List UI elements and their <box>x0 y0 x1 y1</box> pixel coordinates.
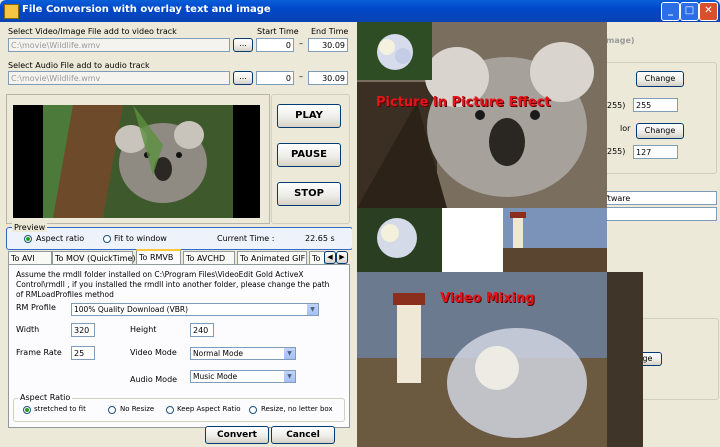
lighthouse-pip-image <box>503 208 607 272</box>
close-icon[interactable]: ✕ <box>699 2 718 21</box>
video-mode-label: Video Mode <box>130 348 177 357</box>
aspect-ratio-legend: Aspect Ratio <box>18 393 73 402</box>
video-file-label: Select Video/Image File add to video tra… <box>8 27 177 36</box>
koala-preview-image <box>43 105 233 218</box>
chevron-down-icon: ▼ <box>283 348 295 359</box>
range-label-2: 255) <box>607 147 626 156</box>
rm-profile-select[interactable]: 100% Quality Download (VBR) ▼ <box>71 303 319 316</box>
mage-hint: mage) <box>606 36 635 45</box>
aspect-ratio-label: Aspect ratio <box>36 234 85 243</box>
audio-dash: – <box>299 72 303 81</box>
end-time-label: End Time <box>311 27 349 36</box>
cancel-button[interactable]: Cancel <box>271 426 335 444</box>
aspect-ratio-radio[interactable] <box>24 235 32 243</box>
rm-profile-label: RM Profile <box>16 303 56 312</box>
video-end-input[interactable]: 30.09 <box>308 38 348 52</box>
tab-scroll-right-icon[interactable]: ▶ <box>336 251 348 264</box>
audio-end-input[interactable]: 30.09 <box>308 71 348 85</box>
change-button-1[interactable]: Change <box>636 71 684 87</box>
audio-browse-button[interactable]: ... <box>233 71 253 85</box>
pause-button[interactable]: PAUSE <box>277 143 341 167</box>
chevron-down-icon: ▼ <box>306 304 318 315</box>
fit-window-radio[interactable] <box>103 235 111 243</box>
stretched-to-fit-radio[interactable] <box>23 406 31 414</box>
video-browse-button[interactable]: ... <box>233 38 253 52</box>
change-button-2[interactable]: Change <box>636 123 684 139</box>
secondary-field[interactable] <box>602 207 717 221</box>
audio-start-input[interactable]: 0 <box>256 71 294 85</box>
audio-mode-value: Music Mode <box>193 372 238 381</box>
audio-file-path[interactable]: C:\movie\Wildlife.wmv <box>8 71 230 85</box>
value-input-2[interactable]: 127 <box>633 145 678 159</box>
mixing-edge <box>607 272 643 447</box>
fit-window-label: Fit to window <box>114 234 167 243</box>
koala-pip-image <box>357 22 607 208</box>
preview-legend: Preview <box>12 223 48 232</box>
frame-rate-label: Frame Rate <box>16 348 62 357</box>
tab-mov[interactable]: To MOV (QuickTime) <box>52 251 135 265</box>
width-input[interactable]: 320 <box>71 323 95 337</box>
tab-avi[interactable]: To AVI <box>8 251 52 265</box>
audio-mode-select[interactable]: Music Mode ▼ <box>190 370 296 383</box>
video-mode-value: Normal Mode <box>193 349 243 358</box>
tab-more[interactable]: To <box>309 251 325 265</box>
pip-effect-title: Picture In Picture Effect <box>376 95 551 110</box>
color-label: lor <box>620 124 631 133</box>
video-file-path[interactable]: C:\movie\Wildlife.wmv <box>8 38 230 52</box>
pip-effect-window <box>357 22 607 208</box>
rmdll-note: Assume the rmdll folder installed on C:\… <box>16 270 330 299</box>
video-start-input[interactable]: 0 <box>256 38 294 52</box>
stretched-to-fit-label: stretched to fit <box>34 405 86 413</box>
tab-avchd[interactable]: To AVCHD <box>183 251 235 265</box>
video-dash: – <box>299 39 303 48</box>
maximize-icon[interactable]: □ <box>680 2 699 21</box>
stop-button[interactable]: STOP <box>277 182 341 206</box>
width-label: Width <box>16 325 40 334</box>
rm-profile-value: 100% Quality Download (VBR) <box>74 305 189 314</box>
height-input[interactable]: 240 <box>190 323 214 337</box>
no-resize-label: No Resize <box>120 405 155 413</box>
current-time-label: Current Time : <box>217 234 275 243</box>
current-time-value: 22.65 s <box>305 234 335 243</box>
keep-aspect-radio[interactable] <box>166 406 174 414</box>
video-mode-select[interactable]: Normal Mode ▼ <box>190 347 296 360</box>
height-label: Height <box>130 325 157 334</box>
range-label-1: 255) <box>607 101 626 110</box>
resize-no-letterbox-label: Resize, no letter box <box>261 405 333 413</box>
audio-file-label: Select Audio File add to audio track <box>8 61 150 70</box>
start-time-label: Start Time <box>257 27 299 36</box>
software-field[interactable]: ftware <box>602 191 717 205</box>
frame-rate-input[interactable]: 25 <box>71 346 95 360</box>
no-resize-radio[interactable] <box>108 406 116 414</box>
tab-animated-gif[interactable]: To Animated GIF <box>237 251 307 265</box>
tab-rmvb[interactable]: To RMVB <box>136 249 181 265</box>
keep-aspect-label: Keep Aspect Ratio <box>177 405 241 413</box>
lighthouse-pip-window <box>503 208 607 272</box>
resize-no-letterbox-radio[interactable] <box>249 406 257 414</box>
tab-scroll-left-icon[interactable]: ◀ <box>324 251 336 264</box>
video-mixing-title: Video Mixing <box>440 291 535 306</box>
convert-button[interactable]: Convert <box>205 426 269 444</box>
video-preview <box>13 105 260 218</box>
minimize-icon[interactable]: _ <box>661 2 680 21</box>
audio-mode-label: Audio Mode <box>130 375 178 384</box>
chevron-down-icon: ▼ <box>283 371 295 382</box>
play-button[interactable]: PLAY <box>277 104 341 128</box>
value-input-1[interactable]: 255 <box>633 98 678 112</box>
app-icon <box>4 4 19 19</box>
window-title: File Conversion with overlay text and im… <box>22 4 271 15</box>
